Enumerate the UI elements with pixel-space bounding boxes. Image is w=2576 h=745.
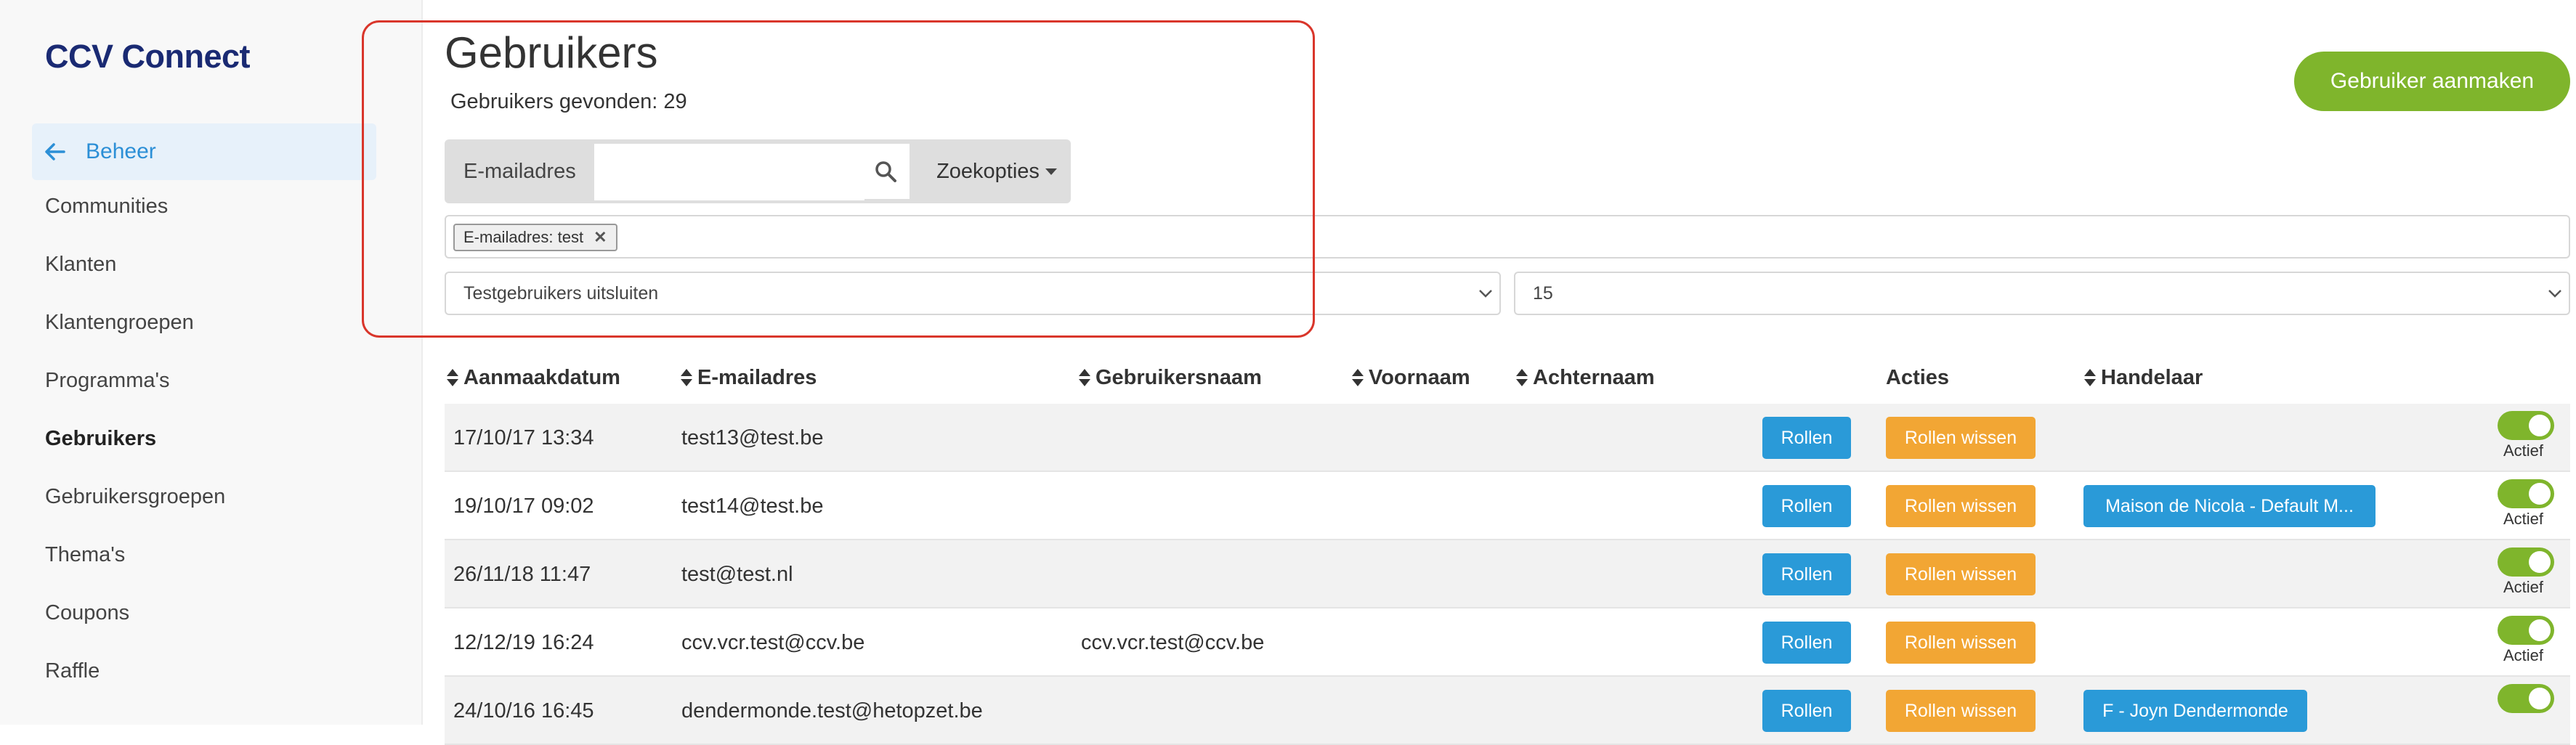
roles-button[interactable]: Rollen [1762, 485, 1851, 527]
column-label: Handelaar [2101, 366, 2203, 389]
table-row: 19/10/17 09:02 test14@test.be Rollen Rol… [445, 472, 2570, 540]
toggle-knob [2529, 415, 2551, 436]
sort-icon [1079, 369, 1090, 386]
table-row: 24/10/16 16:45 dendermonde.test@hetopzet… [445, 677, 2570, 745]
sidebar-item-communities[interactable]: Communities [45, 195, 168, 219]
roles-button[interactable]: Rollen [1762, 553, 1851, 595]
roles-button[interactable]: Rollen [1762, 690, 1851, 732]
clear-roles-button[interactable]: Rollen wissen [1886, 417, 2036, 459]
roles-button[interactable]: Rollen [1762, 622, 1851, 664]
sidebar-back-label: Beheer [86, 139, 156, 163]
merchant-button[interactable]: Maison de Nicola - Default M... [2083, 485, 2375, 527]
cell-email: dendermonde.test@hetopzet.be [681, 699, 983, 722]
toggle-knob [2529, 619, 2551, 641]
brand-logo[interactable]: CCV Connect [45, 38, 251, 76]
column-label: E-mailadres [697, 366, 817, 389]
sidebar-item-programmas[interactable]: Programma's [45, 369, 170, 393]
cell-username: ccv.vcr.test@ccv.be [1081, 631, 1265, 654]
cell-email: test14@test.be [681, 494, 824, 518]
active-toggle[interactable] [2498, 411, 2554, 440]
table-row: 26/11/18 11:47 test@test.nl Rollen Rolle… [445, 540, 2570, 608]
highlight-box [362, 20, 1315, 338]
table-row: 17/10/17 13:34 test13@test.be Rollen Rol… [445, 404, 2570, 472]
chevron-down-icon [1479, 290, 1492, 298]
arrow-left-icon [45, 143, 71, 160]
page-size-value: 15 [1533, 282, 1553, 304]
cell-date: 19/10/17 09:02 [453, 494, 594, 518]
sidebar: CCV Connect Beheer Communities Klanten K… [0, 0, 423, 725]
column-header-achternaam[interactable]: Achternaam [1515, 351, 1655, 404]
sidebar-item-beheer[interactable]: Beheer [32, 123, 376, 180]
create-user-button[interactable]: Gebruiker aanmaken [2294, 52, 2570, 111]
clear-roles-button[interactable]: Rollen wissen [1886, 485, 2036, 527]
sort-icon [1516, 369, 1528, 386]
sidebar-item-raffle[interactable]: Raffle [45, 659, 100, 683]
toggle-knob [2529, 688, 2551, 709]
table-row: 12/12/19 16:24 ccv.vcr.test@ccv.be ccv.v… [445, 608, 2570, 677]
active-label: Actief [2503, 578, 2544, 596]
sidebar-item-klantengroepen[interactable]: Klantengroepen [45, 311, 194, 335]
column-label: Voornaam [1369, 366, 1470, 389]
active-label: Actief [2503, 510, 2544, 528]
toggle-knob [2529, 483, 2551, 505]
sort-icon [681, 369, 692, 386]
chevron-down-icon [2548, 290, 2561, 298]
sidebar-item-klanten[interactable]: Klanten [45, 253, 116, 277]
clear-roles-button[interactable]: Rollen wissen [1886, 553, 2036, 595]
sort-icon [1352, 369, 1364, 386]
active-label: Actief [2503, 441, 2544, 460]
sidebar-item-coupons[interactable]: Coupons [45, 601, 129, 625]
cell-date: 12/12/19 16:24 [453, 631, 594, 654]
merchant-button[interactable]: F - Joyn Dendermonde [2083, 690, 2307, 732]
page-size-select[interactable]: 15 [1514, 272, 2570, 315]
active-toggle[interactable] [2498, 479, 2554, 508]
cell-email: ccv.vcr.test@ccv.be [681, 631, 865, 654]
column-label: Aanmaakdatum [463, 366, 620, 389]
sort-icon [447, 369, 458, 386]
clear-roles-button[interactable]: Rollen wissen [1886, 690, 2036, 732]
active-toggle[interactable] [2498, 616, 2554, 645]
column-header-handelaar[interactable]: Handelaar [2083, 351, 2203, 404]
column-header-acties: Acties [1886, 366, 1950, 389]
column-label: Gebruikersnaam [1095, 366, 1262, 389]
active-toggle[interactable] [2498, 684, 2554, 713]
active-label: Actief [2503, 646, 2544, 664]
sort-icon [2084, 369, 2096, 386]
column-header-gebruikersnaam[interactable]: Gebruikersnaam [1078, 351, 1262, 404]
cell-date: 17/10/17 13:34 [453, 426, 594, 449]
column-header-voornaam[interactable]: Voornaam [1351, 351, 1470, 404]
cell-email: test13@test.be [681, 426, 824, 449]
sidebar-item-gebruikers[interactable]: Gebruikers [45, 427, 156, 451]
sidebar-item-gebruikersgroepen[interactable]: Gebruikersgroepen [45, 485, 225, 509]
toggle-knob [2529, 551, 2551, 573]
roles-button[interactable]: Rollen [1762, 417, 1851, 459]
sidebar-item-themas[interactable]: Thema's [45, 543, 125, 567]
cell-date: 24/10/16 16:45 [453, 699, 594, 722]
cell-date: 26/11/18 11:47 [453, 563, 591, 586]
table-header: Aanmaakdatum E-mailadres Gebruikersnaam … [445, 351, 2570, 406]
clear-roles-button[interactable]: Rollen wissen [1886, 622, 2036, 664]
column-header-emailadres[interactable]: E-mailadres [680, 351, 817, 404]
column-header-aanmaakdatum[interactable]: Aanmaakdatum [446, 351, 620, 404]
active-toggle[interactable] [2498, 547, 2554, 577]
cell-email: test@test.nl [681, 563, 793, 586]
column-label: Achternaam [1533, 366, 1655, 389]
